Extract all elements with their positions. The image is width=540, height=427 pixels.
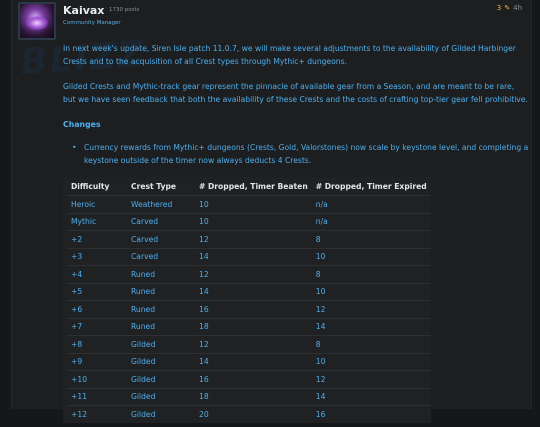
table-row: Mythic Carved 10 n/a (67, 213, 431, 231)
cell-difficulty: +6 (71, 304, 83, 314)
author-name[interactable]: Kaivax (63, 4, 104, 17)
column-header-crest-type: Crest Type (131, 181, 177, 191)
cell-crest-type: Weathered (131, 199, 173, 209)
list-item: Currency rewards from Mythic+ dungeons (… (72, 141, 529, 167)
pencil-icon[interactable]: ✎ (504, 4, 510, 12)
avatar-glow (26, 16, 48, 30)
table-row: +12 Gilded 20 16 (67, 405, 431, 423)
cell-timer-expired: 10 (315, 252, 326, 262)
cell-crest-type: Runed (131, 269, 156, 279)
table-row: +6 Runed 16 12 (67, 300, 431, 319)
cell-difficulty: +9 (71, 357, 83, 367)
cell-difficulty: +7 (71, 322, 83, 332)
post-meta: 3 ✎ 4h (497, 4, 522, 12)
cell-timer-expired: n/a (315, 199, 328, 209)
cell-crest-type: Runed (131, 322, 156, 332)
cell-timer-beaten: 12 (199, 339, 209, 349)
table-row: +8 Gilded 12 8 (67, 335, 431, 354)
cell-timer-expired: 8 (315, 339, 321, 349)
cell-crest-type: Gilded (131, 392, 156, 402)
cell-timer-beaten: 10 (199, 199, 209, 209)
cell-timer-expired: 10 (315, 357, 326, 367)
intro-paragraph: In next week's update, Siren Isle patch … (63, 44, 516, 66)
cell-difficulty: +4 (71, 269, 83, 279)
cell-crest-type: Gilded (131, 374, 156, 384)
table-row: +11 Gilded 18 14 (67, 388, 431, 406)
crest-table: Difficulty Crest Type # Dropped, Timer B… (67, 177, 431, 423)
avatar[interactable] (18, 2, 56, 40)
cell-crest-type: Gilded (131, 339, 156, 349)
column-header-timer-beaten: # Dropped, Timer Beaten (199, 181, 308, 191)
cell-crest-type: Carved (131, 252, 159, 262)
cell-difficulty: +5 (71, 287, 83, 297)
cell-crest-type: Gilded (131, 409, 156, 419)
post-time[interactable]: 4h (513, 4, 522, 12)
column-header-difficulty: Difficulty (71, 181, 110, 191)
cell-difficulty: +10 (71, 374, 88, 384)
cell-crest-type: Runed (131, 287, 156, 297)
cell-timer-expired: 10 (315, 287, 326, 297)
cell-timer-beaten: 20 (199, 409, 209, 419)
column-header-timer-expired: # Dropped, Timer Expired (315, 181, 427, 191)
cell-difficulty: +8 (71, 339, 83, 349)
table-row: +10 Gilded 16 12 (67, 370, 431, 389)
cell-timer-expired: 8 (315, 234, 321, 244)
cell-timer-expired: n/a (315, 217, 328, 227)
changes-heading: Changes (63, 120, 101, 129)
table-row: +5 Runed 14 10 (67, 283, 431, 301)
table-row: +9 Gilded 14 10 (67, 353, 431, 371)
cell-crest-type: Runed (131, 304, 156, 314)
author-post-count: 1730 posts (109, 7, 140, 13)
table-row: Heroic Weathered 10 n/a (67, 195, 431, 214)
cell-crest-type: Carved (131, 217, 159, 227)
like-count[interactable]: 3 (497, 4, 501, 12)
table-row: +7 Runed 18 14 (67, 318, 431, 336)
table-header-row: Difficulty Crest Type # Dropped, Timer B… (67, 177, 431, 196)
cell-timer-beaten: 14 (199, 287, 209, 297)
cell-crest-type: Carved (131, 234, 159, 244)
cell-timer-expired: 16 (315, 409, 326, 419)
cell-timer-beaten: 12 (199, 269, 209, 279)
crest-table-container: Difficulty Crest Type # Dropped, Timer B… (63, 177, 431, 423)
cell-difficulty: Heroic (71, 199, 96, 209)
cell-timer-beaten: 10 (199, 217, 209, 227)
table-row: +2 Carved 12 8 (67, 230, 431, 249)
cell-timer-expired: 12 (315, 304, 326, 314)
cell-timer-beaten: 16 (199, 374, 209, 384)
changes-list: Currency rewards from Mythic+ dungeons (… (63, 141, 529, 167)
cell-timer-beaten: 14 (199, 252, 209, 262)
cell-crest-type: Gilded (131, 357, 156, 367)
cell-timer-beaten: 12 (199, 234, 209, 244)
post-content: In next week's update, Siren Isle patch … (63, 42, 529, 427)
cell-timer-beaten: 14 (199, 357, 209, 367)
second-paragraph: Gilded Crests and Mythic-track gear repr… (63, 82, 528, 104)
cell-difficulty: +11 (71, 392, 88, 402)
cell-timer-expired: 14 (315, 322, 326, 332)
cell-timer-beaten: 16 (199, 304, 209, 314)
cell-difficulty: +2 (71, 234, 83, 244)
cell-timer-expired: 14 (315, 392, 326, 402)
cell-timer-beaten: 18 (199, 392, 209, 402)
cell-timer-expired: 12 (315, 374, 326, 384)
cell-difficulty: +12 (71, 409, 88, 419)
cell-timer-beaten: 18 (199, 322, 209, 332)
table-row: +4 Runed 12 8 (67, 265, 431, 284)
table-row: +3 Carved 14 10 (67, 248, 431, 266)
cell-timer-expired: 8 (315, 269, 321, 279)
cell-difficulty: Mythic (71, 217, 97, 227)
cell-difficulty: +3 (71, 252, 83, 262)
author-role: Community Manager (63, 20, 121, 26)
